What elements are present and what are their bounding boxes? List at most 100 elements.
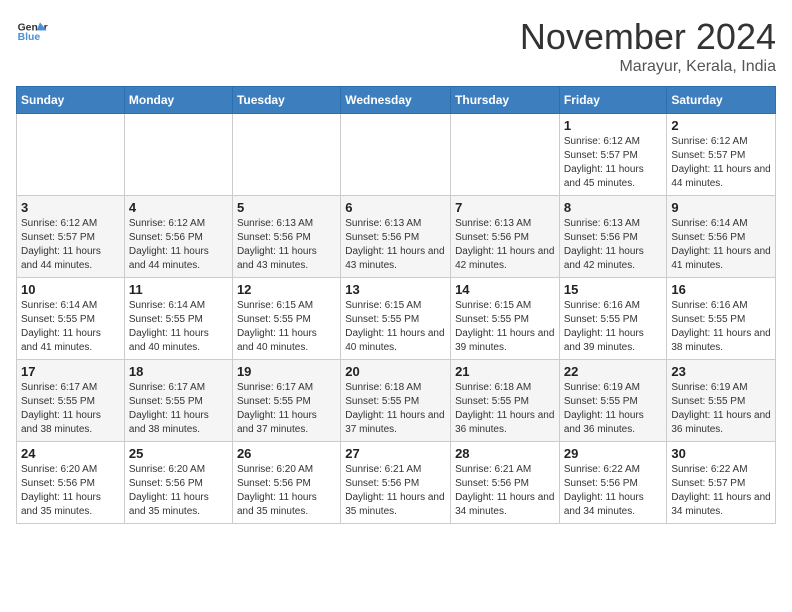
calendar-cell: 28 Sunrise: 6:21 AM Sunset: 5:56 PM Dayli… (451, 442, 560, 524)
day-info: Sunrise: 6:15 AM Sunset: 5:55 PM Dayligh… (345, 299, 446, 355)
calendar-cell: 12Sunrise: 6:15 AM Sunset: 5:55 PM Dayli… (232, 278, 340, 360)
calendar-week-row: 10 Sunrise: 6:14 AM Sunset: 5:55 PM Dayli… (17, 278, 776, 360)
day-info: Sunrise: 6:13 AM Sunset: 5:56 PM Dayligh… (455, 217, 555, 273)
day-number: 27 (345, 446, 446, 461)
calendar-cell (341, 114, 451, 196)
day-info: Sunrise: 6:14 AM Sunset: 5:55 PM Dayligh… (21, 299, 120, 355)
day-info: Sunrise: 6:18 AM Sunset: 5:55 PM Dayligh… (345, 381, 446, 437)
calendar-cell: 8 Sunrise: 6:13 AM Sunset: 5:56 PM Daylig… (559, 196, 667, 278)
day-number: 19 (237, 364, 336, 379)
day-info: Sunrise: 6:13 AM Sunset: 5:56 PM Dayligh… (237, 217, 336, 273)
day-number: 1 (564, 118, 663, 133)
calendar-cell (451, 114, 560, 196)
day-number: 6 (345, 200, 446, 215)
weekday-header-friday: Friday (559, 87, 667, 114)
calendar-cell (17, 114, 125, 196)
day-info: Sunrise: 6:17 AM Sunset: 5:55 PM Dayligh… (237, 381, 336, 437)
day-number: 11 (129, 282, 228, 297)
logo: General Blue (16, 16, 48, 48)
calendar-week-row: 24 Sunrise: 6:20 AM Sunset: 5:56 PM Dayli… (17, 442, 776, 524)
weekday-header-thursday: Thursday (451, 87, 560, 114)
weekday-header-wednesday: Wednesday (341, 87, 451, 114)
calendar-table: SundayMondayTuesdayWednesdayThursdayFrid… (16, 86, 776, 524)
day-number: 8 (564, 200, 663, 215)
day-info: Sunrise: 6:13 AM Sunset: 5:56 PM Dayligh… (564, 217, 663, 273)
weekday-header-monday: Monday (124, 87, 232, 114)
day-number: 12 (237, 282, 336, 297)
calendar-cell: 20 Sunrise: 6:18 AM Sunset: 5:55 PM Dayli… (341, 360, 451, 442)
day-number: 24 (21, 446, 120, 461)
day-number: 16 (671, 282, 771, 297)
calendar-week-row: 3 Sunrise: 6:12 AM Sunset: 5:57 PM Daylig… (17, 196, 776, 278)
calendar-cell: 26Sunrise: 6:20 AM Sunset: 5:56 PM Dayli… (232, 442, 340, 524)
page-header: General Blue November 2024 Marayur, Kera… (16, 16, 776, 76)
day-number: 29 (564, 446, 663, 461)
calendar-cell: 15Sunrise: 6:16 AM Sunset: 5:55 PM Dayli… (559, 278, 667, 360)
calendar-cell: 23Sunrise: 6:19 AM Sunset: 5:55 PM Dayli… (667, 360, 776, 442)
calendar-cell: 16 Sunrise: 6:16 AM Sunset: 5:55 PM Dayli… (667, 278, 776, 360)
calendar-week-row: 1 Sunrise: 6:12 AM Sunset: 5:57 PM Daylig… (17, 114, 776, 196)
calendar-cell: 5Sunrise: 6:13 AM Sunset: 5:56 PM Daylig… (232, 196, 340, 278)
day-number: 10 (21, 282, 120, 297)
calendar-cell: 10 Sunrise: 6:14 AM Sunset: 5:55 PM Dayli… (17, 278, 125, 360)
calendar-cell (232, 114, 340, 196)
day-number: 7 (455, 200, 555, 215)
day-info: Sunrise: 6:21 AM Sunset: 5:56 PM Dayligh… (455, 463, 555, 519)
calendar-cell: 14 Sunrise: 6:15 AM Sunset: 5:55 PM Dayli… (451, 278, 560, 360)
calendar-cell: 29 Sunrise: 6:22 AM Sunset: 5:56 PM Dayli… (559, 442, 667, 524)
day-info: Sunrise: 6:16 AM Sunset: 5:55 PM Dayligh… (671, 299, 771, 355)
day-number: 17 (21, 364, 120, 379)
calendar-cell: 11Sunrise: 6:14 AM Sunset: 5:55 PM Dayli… (124, 278, 232, 360)
day-info: Sunrise: 6:19 AM Sunset: 5:55 PM Dayligh… (564, 381, 663, 437)
calendar-cell: 19 Sunrise: 6:17 AM Sunset: 5:55 PM Dayli… (232, 360, 340, 442)
calendar-cell: 1 Sunrise: 6:12 AM Sunset: 5:57 PM Daylig… (559, 114, 667, 196)
day-info: Sunrise: 6:22 AM Sunset: 5:57 PM Dayligh… (671, 463, 771, 519)
month-title: November 2024 (520, 16, 776, 58)
day-info: Sunrise: 6:18 AM Sunset: 5:55 PM Dayligh… (455, 381, 555, 437)
day-number: 4 (129, 200, 228, 215)
calendar-cell: 4 Sunrise: 6:12 AM Sunset: 5:56 PM Daylig… (124, 196, 232, 278)
calendar-cell: 21 Sunrise: 6:18 AM Sunset: 5:55 PM Dayli… (451, 360, 560, 442)
calendar-cell: 22 Sunrise: 6:19 AM Sunset: 5:55 PM Dayli… (559, 360, 667, 442)
day-number: 3 (21, 200, 120, 215)
calendar-cell: 7 Sunrise: 6:13 AM Sunset: 5:56 PM Daylig… (451, 196, 560, 278)
calendar-header-row: SundayMondayTuesdayWednesdayThursdayFrid… (17, 87, 776, 114)
calendar-cell: 18 Sunrise: 6:17 AM Sunset: 5:55 PM Dayli… (124, 360, 232, 442)
title-block: November 2024 Marayur, Kerala, India (520, 16, 776, 76)
day-number: 14 (455, 282, 555, 297)
day-info: Sunrise: 6:17 AM Sunset: 5:55 PM Dayligh… (129, 381, 228, 437)
location-title: Marayur, Kerala, India (520, 58, 776, 76)
calendar-cell: 13Sunrise: 6:15 AM Sunset: 5:55 PM Dayli… (341, 278, 451, 360)
day-info: Sunrise: 6:15 AM Sunset: 5:55 PM Dayligh… (455, 299, 555, 355)
day-number: 18 (129, 364, 228, 379)
day-number: 22 (564, 364, 663, 379)
day-info: Sunrise: 6:22 AM Sunset: 5:56 PM Dayligh… (564, 463, 663, 519)
day-info: Sunrise: 6:20 AM Sunset: 5:56 PM Dayligh… (21, 463, 120, 519)
day-info: Sunrise: 6:16 AM Sunset: 5:55 PM Dayligh… (564, 299, 663, 355)
day-info: Sunrise: 6:12 AM Sunset: 5:57 PM Dayligh… (21, 217, 120, 273)
weekday-header-saturday: Saturday (667, 87, 776, 114)
calendar-cell (124, 114, 232, 196)
logo-icon: General Blue (16, 16, 48, 48)
calendar-cell: 2Sunrise: 6:12 AM Sunset: 5:57 PM Daylig… (667, 114, 776, 196)
calendar-cell: 9Sunrise: 6:14 AM Sunset: 5:56 PM Daylig… (667, 196, 776, 278)
calendar-cell: 3 Sunrise: 6:12 AM Sunset: 5:57 PM Daylig… (17, 196, 125, 278)
day-number: 20 (345, 364, 446, 379)
day-info: Sunrise: 6:12 AM Sunset: 5:57 PM Dayligh… (564, 135, 663, 191)
day-number: 21 (455, 364, 555, 379)
day-number: 28 (455, 446, 555, 461)
calendar-cell: 27 Sunrise: 6:21 AM Sunset: 5:56 PM Dayli… (341, 442, 451, 524)
weekday-header-tuesday: Tuesday (232, 87, 340, 114)
day-number: 9 (671, 200, 771, 215)
day-info: Sunrise: 6:12 AM Sunset: 5:56 PM Dayligh… (129, 217, 228, 273)
day-number: 30 (671, 446, 771, 461)
day-info: Sunrise: 6:20 AM Sunset: 5:56 PM Dayligh… (237, 463, 336, 519)
day-info: Sunrise: 6:17 AM Sunset: 5:55 PM Dayligh… (21, 381, 120, 437)
weekday-header-sunday: Sunday (17, 87, 125, 114)
calendar-cell: 17 Sunrise: 6:17 AM Sunset: 5:55 PM Dayli… (17, 360, 125, 442)
day-info: Sunrise: 6:21 AM Sunset: 5:56 PM Dayligh… (345, 463, 446, 519)
day-info: Sunrise: 6:13 AM Sunset: 5:56 PM Dayligh… (345, 217, 446, 273)
svg-text:Blue: Blue (18, 32, 41, 43)
day-info: Sunrise: 6:12 AM Sunset: 5:57 PM Dayligh… (671, 135, 771, 191)
calendar-week-row: 17 Sunrise: 6:17 AM Sunset: 5:55 PM Dayli… (17, 360, 776, 442)
